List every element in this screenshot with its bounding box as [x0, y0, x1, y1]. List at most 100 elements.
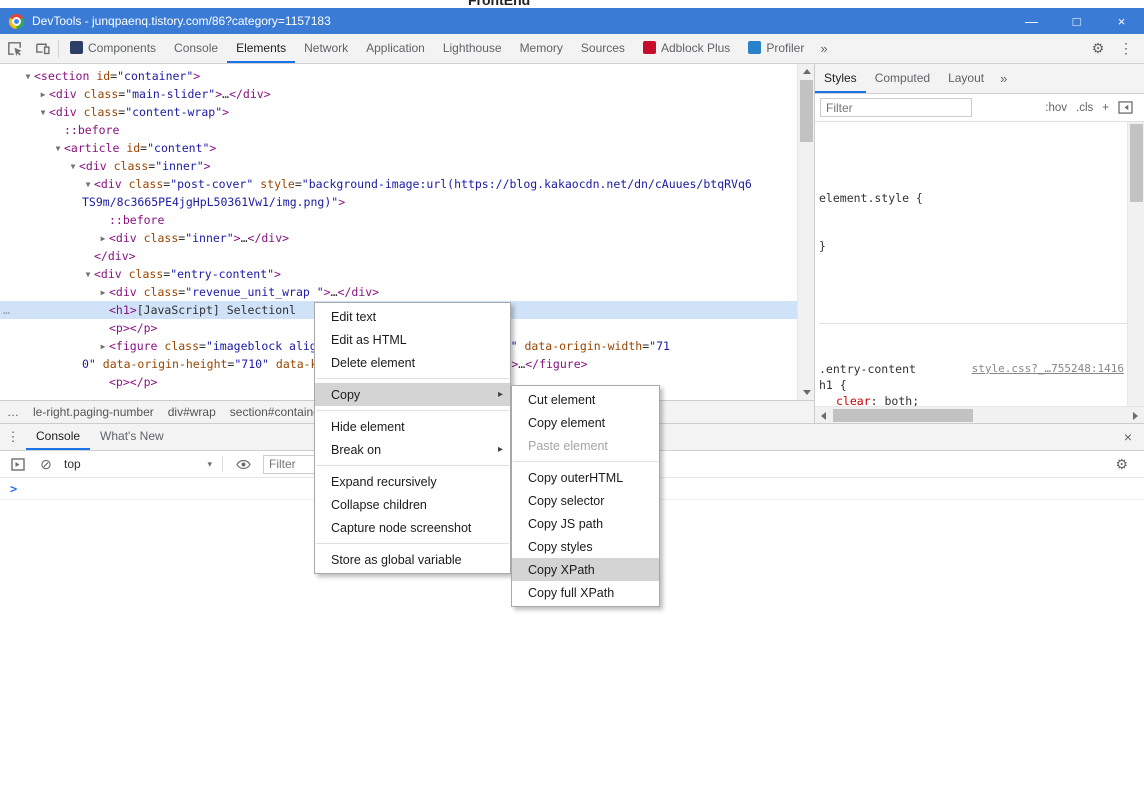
- menu-item-copy[interactable]: Copy ▸: [315, 383, 510, 406]
- tree-row[interactable]: ::before: [0, 211, 814, 229]
- scrollbar-thumb[interactable]: [1130, 124, 1143, 202]
- breadcrumb-item-le-right-paging-number[interactable]: le-right.paging-number: [26, 405, 161, 419]
- tree-row[interactable]: ▼ <div class="content-wrap">: [0, 103, 814, 121]
- tab-components[interactable]: Components: [61, 34, 165, 63]
- elements-scrollbar[interactable]: [797, 64, 814, 400]
- menu-item-copy-element[interactable]: Copy element: [512, 411, 659, 434]
- tree-row[interactable]: TS9m/8c3665PE4jgHpL50361Vw1/img.png)">: [0, 193, 814, 211]
- expand-arrow-icon[interactable]: ▼: [82, 266, 94, 284]
- settings-gear-icon[interactable]: ⚙: [1084, 36, 1112, 62]
- collapse-arrow-icon[interactable]: ▶: [97, 284, 109, 302]
- tab-memory[interactable]: Memory: [511, 34, 572, 63]
- scrollbar-thumb[interactable]: [833, 409, 973, 422]
- expand-arrow-icon[interactable]: ▼: [67, 158, 79, 176]
- console-settings-gear-icon[interactable]: ⚙: [1103, 456, 1140, 473]
- drawer-close-icon[interactable]: ×: [1112, 429, 1144, 445]
- breadcrumb-item-overflow[interactable]: …: [0, 405, 26, 419]
- tree-row[interactable]: </div>: [0, 247, 814, 265]
- execution-context-selector[interactable]: top ▾: [64, 457, 212, 471]
- code-token: <p>: [109, 375, 130, 389]
- menu-item-edit-text[interactable]: Edit text: [315, 305, 510, 328]
- menu-item-copy-outerhtml[interactable]: Copy outerHTML: [512, 466, 659, 489]
- expand-arrow-icon[interactable]: ▼: [52, 140, 64, 158]
- sidebar-tab-styles[interactable]: Styles: [815, 64, 866, 93]
- tree-row[interactable]: ▼ <div class="post-cover" style="backgrou…: [0, 175, 814, 193]
- tab-application[interactable]: Application: [357, 34, 434, 63]
- sidebar-tab-layout[interactable]: Layout: [939, 64, 993, 93]
- menu-item-paste-element[interactable]: Paste element: [512, 434, 659, 457]
- minimize-button[interactable]: —: [1009, 8, 1054, 34]
- menu-item-delete-element[interactable]: Delete element: [315, 351, 510, 374]
- tab-profiler[interactable]: Profiler: [739, 34, 813, 63]
- menu-item-expand-recursively[interactable]: Expand recursively: [315, 470, 510, 493]
- rule-selector[interactable]: .entry-content: [819, 361, 916, 377]
- more-tabs-button[interactable]: »: [813, 41, 834, 56]
- new-style-rule-button[interactable]: +: [1102, 102, 1109, 114]
- tab-sources[interactable]: Sources: [572, 34, 634, 63]
- menu-item-store-as-global-variable[interactable]: Store as global variable: [315, 548, 510, 571]
- scroll-down-arrow-icon[interactable]: [798, 385, 815, 400]
- styles-filter-input[interactable]: [820, 98, 972, 117]
- sidebar-more-tabs-button[interactable]: »: [993, 71, 1014, 86]
- expand-arrow-icon[interactable]: ▼: [22, 68, 34, 86]
- console-sidebar-icon[interactable]: [4, 451, 32, 477]
- breadcrumb-item-div-wrap[interactable]: div#wrap: [161, 405, 223, 419]
- code-token: >: [233, 231, 241, 245]
- sidebar-tab-computed[interactable]: Computed: [866, 64, 939, 93]
- css-property[interactable]: clear: both;: [819, 393, 1127, 406]
- devtools-menu-icon[interactable]: ⋮: [1112, 36, 1140, 62]
- tab-elements[interactable]: Elements: [227, 34, 296, 63]
- menu-item-hide-element[interactable]: Hide element: [315, 415, 510, 438]
- menu-item-copy-full-xpath[interactable]: Copy full XPath: [512, 581, 659, 604]
- maximize-button[interactable]: □: [1054, 8, 1099, 34]
- stylesheet-link[interactable]: style.css?_…755248:1416: [972, 361, 1124, 377]
- menu-item-capture-node-screenshot[interactable]: Capture node screenshot: [315, 516, 510, 539]
- rule-selector[interactable]: h1 {: [819, 377, 847, 393]
- computed-sidebar-toggle-icon[interactable]: [1118, 101, 1133, 114]
- tree-row[interactable]: ▶ <div class="revenue_unit_wrap ">…</div>: [0, 283, 814, 301]
- styles-scrollbar-vertical[interactable]: [1127, 122, 1144, 406]
- inspect-icon[interactable]: [0, 36, 28, 62]
- drawer-tab-what-s-new[interactable]: What's New: [90, 424, 174, 450]
- close-button[interactable]: ×: [1099, 8, 1144, 34]
- collapse-arrow-icon[interactable]: ▶: [37, 86, 49, 104]
- menu-item-copy-js-path[interactable]: Copy JS path: [512, 512, 659, 535]
- drawer-menu-icon[interactable]: ⋮: [0, 429, 26, 445]
- menu-item-break-on[interactable]: Break on ▸: [315, 438, 510, 461]
- tab-label: Components: [88, 40, 157, 55]
- hover-state-button[interactable]: :hov: [1045, 102, 1067, 114]
- styles-scrollbar-horizontal[interactable]: [815, 406, 1144, 423]
- live-expression-eye-icon[interactable]: [229, 451, 257, 477]
- clear-console-icon[interactable]: ⊘: [32, 451, 60, 477]
- element-style-open[interactable]: element.style {: [819, 190, 923, 206]
- collapse-arrow-icon[interactable]: ▶: [97, 230, 109, 248]
- menu-item-cut-element[interactable]: Cut element: [512, 388, 659, 411]
- tree-row[interactable]: ▼ <div class="inner">: [0, 157, 814, 175]
- row-overflow-dots[interactable]: …: [3, 301, 10, 319]
- collapse-arrow-icon[interactable]: ▶: [97, 338, 109, 356]
- menu-item-copy-selector[interactable]: Copy selector: [512, 489, 659, 512]
- scroll-up-arrow-icon[interactable]: [798, 64, 815, 79]
- tree-row[interactable]: ▶ <div class="inner">…</div>: [0, 229, 814, 247]
- tree-row[interactable]: ▶ <div class="main-slider">…</div>: [0, 85, 814, 103]
- menu-item-copy-styles[interactable]: Copy styles: [512, 535, 659, 558]
- expand-arrow-icon[interactable]: ▼: [82, 176, 94, 194]
- scrollbar-thumb[interactable]: [800, 80, 813, 142]
- class-toggle-button[interactable]: .cls: [1076, 102, 1093, 114]
- scroll-left-arrow-icon[interactable]: [815, 408, 832, 423]
- menu-item-collapse-children[interactable]: Collapse children: [315, 493, 510, 516]
- tree-row[interactable]: ▼ <div class="entry-content">: [0, 265, 814, 283]
- tree-row[interactable]: ▼ <section id="container">: [0, 67, 814, 85]
- menu-item-edit-as-html[interactable]: Edit as HTML: [315, 328, 510, 351]
- tree-row[interactable]: ▼ <article id="content">: [0, 139, 814, 157]
- drawer-tab-console[interactable]: Console: [26, 424, 91, 450]
- tab-network[interactable]: Network: [295, 34, 357, 63]
- tab-lighthouse[interactable]: Lighthouse: [434, 34, 511, 63]
- tree-row[interactable]: ::before: [0, 121, 814, 139]
- menu-item-copy-xpath[interactable]: Copy XPath: [512, 558, 659, 581]
- tab-adblock-plus[interactable]: Adblock Plus: [634, 34, 739, 63]
- device-toolbar-icon[interactable]: [28, 36, 56, 62]
- tab-console[interactable]: Console: [165, 34, 227, 63]
- expand-arrow-icon[interactable]: ▼: [37, 104, 49, 122]
- scroll-right-arrow-icon[interactable]: [1127, 408, 1144, 423]
